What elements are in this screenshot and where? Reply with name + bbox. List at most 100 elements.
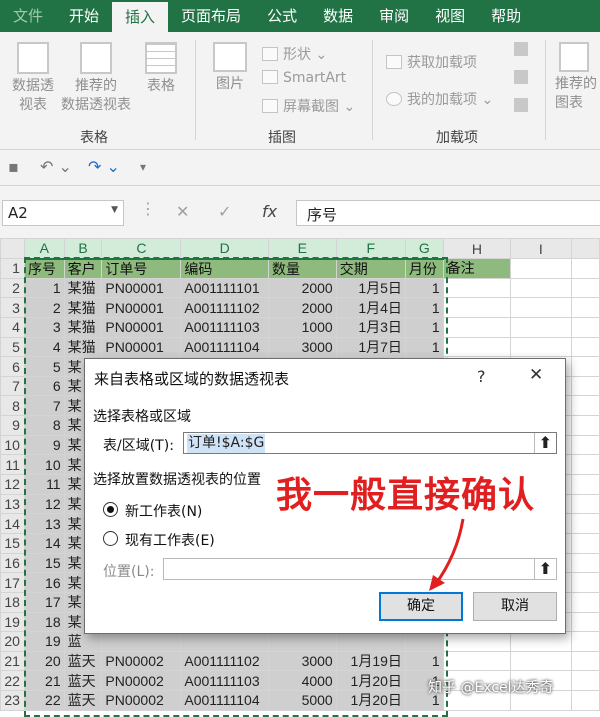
cell[interactable]: 1月19日 (335, 650, 406, 672)
range-input[interactable]: 订单!$A:$G ⬆ (183, 432, 557, 454)
cell[interactable]: 5 (23, 356, 65, 377)
tab-formulas[interactable]: 公式 (254, 0, 310, 32)
cell[interactable]: 20 (23, 650, 65, 672)
row-header[interactable]: 8 (0, 395, 25, 417)
column-header[interactable]: G (404, 238, 444, 260)
cell[interactable] (510, 650, 572, 672)
cell[interactable]: 3000 (267, 336, 337, 358)
cell[interactable] (570, 631, 600, 652)
cell[interactable]: 4000 (267, 670, 337, 692)
cell[interactable]: 1 (404, 277, 444, 299)
header-cell[interactable]: 备注 (442, 258, 512, 279)
tab-page-layout[interactable]: 页面布局 (168, 0, 254, 32)
cell[interactable] (570, 513, 600, 534)
row-header[interactable]: 16 (0, 552, 25, 574)
enter-icon[interactable]: ✓ (218, 202, 231, 221)
cell[interactable]: 某猫 (63, 316, 103, 338)
cell[interactable]: 9 (23, 434, 65, 456)
cell[interactable]: 蓝天 (63, 650, 103, 672)
cell[interactable] (570, 532, 600, 554)
select-all-corner[interactable] (0, 238, 25, 259)
row-header[interactable]: 23 (0, 690, 25, 711)
cell[interactable] (442, 631, 512, 652)
visio-icon[interactable] (514, 42, 528, 56)
cell[interactable]: 17 (23, 591, 65, 613)
my-addins-button[interactable]: 我的加载项 ⌄ (386, 89, 493, 109)
cell[interactable]: 6 (23, 375, 65, 397)
cell[interactable]: 1月3日 (335, 316, 406, 338)
cell[interactable] (101, 631, 182, 652)
header-cell[interactable]: 序号 (23, 258, 65, 279)
header-cell[interactable]: 编码 (180, 258, 269, 279)
name-box[interactable]: A2 ▼ (2, 200, 124, 226)
cell[interactable]: 11 (23, 474, 65, 495)
cell[interactable] (570, 258, 600, 279)
cell[interactable]: 1 (404, 316, 444, 338)
cell[interactable]: A001111102 (180, 297, 269, 318)
table-button[interactable]: 表格 (140, 42, 182, 96)
cell[interactable]: 14 (23, 532, 65, 554)
tab-data[interactable]: 数据 (310, 0, 366, 32)
recommended-charts-button[interactable]: 推荐的 图表 (555, 42, 600, 113)
column-header[interactable]: F (335, 238, 406, 260)
cell[interactable]: 22 (23, 690, 65, 711)
header-cell[interactable]: 月份 (404, 258, 444, 279)
cell[interactable]: 7 (23, 395, 65, 417)
radio-existing-worksheet[interactable] (103, 531, 118, 546)
header-cell[interactable]: 交期 (335, 258, 406, 279)
picture-button[interactable]: 图片 (205, 42, 255, 94)
cell[interactable]: 18 (23, 611, 65, 633)
row-header[interactable]: 5 (0, 336, 25, 358)
cell[interactable] (570, 591, 600, 613)
cell[interactable]: 1月7日 (335, 336, 406, 358)
column-header[interactable]: C (101, 238, 182, 260)
row-header[interactable]: 4 (0, 316, 25, 338)
shapes-button[interactable]: 形状 ⌄ (262, 44, 327, 64)
cell[interactable]: 1月20日 (335, 670, 406, 692)
screenshot-button[interactable]: 屏幕截图 ⌄ (262, 96, 355, 116)
customize-icon[interactable]: ▾ (140, 160, 146, 174)
undo-icon[interactable]: ↶ ⌄ (40, 157, 72, 176)
cell[interactable]: 2000 (267, 297, 337, 318)
cell[interactable]: 1月5日 (335, 277, 406, 299)
cell[interactable]: PN00001 (101, 277, 182, 299)
row-header[interactable]: 21 (0, 650, 25, 672)
tab-file[interactable]: 文件 (0, 0, 56, 32)
pivot-table-button[interactable]: 数据透 视表 (6, 42, 60, 115)
cell[interactable] (510, 631, 572, 652)
cell[interactable] (570, 611, 600, 633)
cell[interactable] (510, 258, 572, 279)
header-cell[interactable]: 数量 (267, 258, 337, 279)
cell[interactable]: 某猫 (63, 336, 103, 358)
cell[interactable] (510, 336, 572, 358)
cell[interactable] (442, 297, 512, 318)
row-header[interactable]: 15 (0, 532, 25, 554)
cell[interactable]: 16 (23, 572, 65, 593)
cell[interactable] (570, 493, 600, 515)
function-icon[interactable]: fx (262, 202, 277, 221)
cell[interactable] (570, 415, 600, 436)
formula-input[interactable]: 序号 (296, 200, 600, 226)
cell[interactable]: A001111104 (180, 336, 269, 358)
cell[interactable]: 1月4日 (335, 297, 406, 318)
row-header[interactable]: 13 (0, 493, 25, 515)
recommended-pivot-button[interactable]: 推荐的 数据透视表 (58, 42, 134, 115)
header-cell[interactable]: 客户 (63, 258, 103, 279)
cell[interactable]: 3000 (267, 650, 337, 672)
row-header[interactable]: 12 (0, 474, 25, 495)
cell[interactable] (404, 631, 444, 652)
cell[interactable]: 4 (23, 336, 65, 358)
cell[interactable] (570, 395, 600, 417)
ok-button[interactable]: 确定 (379, 592, 463, 621)
location-input[interactable]: ⬆ (163, 558, 557, 580)
people-icon[interactable] (514, 98, 528, 112)
row-header[interactable]: 1 (0, 258, 25, 279)
row-header[interactable]: 2 (0, 277, 25, 299)
column-header[interactable]: D (180, 238, 269, 260)
row-header[interactable]: 9 (0, 415, 25, 436)
cell[interactable]: PN00001 (101, 297, 182, 318)
cell[interactable] (442, 277, 512, 299)
row-header[interactable]: 19 (0, 611, 25, 633)
column-header[interactable]: B (63, 238, 103, 260)
cell[interactable]: PN00002 (101, 650, 182, 672)
